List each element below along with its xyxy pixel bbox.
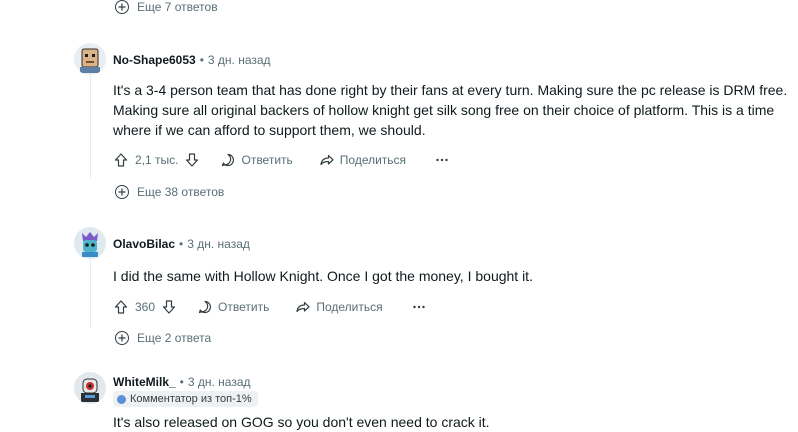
more-options-button[interactable] [434, 152, 450, 168]
upvote-icon [114, 153, 128, 167]
more-icon [412, 305, 425, 309]
timestamp[interactable]: 3 дн. назад [188, 375, 251, 389]
upvote-icon [114, 300, 128, 314]
upvote-button[interactable] [113, 152, 129, 168]
more-replies-link[interactable]: Еще 38 ответов [115, 182, 224, 202]
reply-button[interactable]: Ответить [220, 152, 293, 168]
plus-icon [115, 185, 129, 199]
top-commenter-badge[interactable]: Комментатор из топ-1% [113, 391, 258, 407]
avatar[interactable] [74, 227, 106, 259]
comment-meta: WhiteMilk_ • 3 дн. назад [113, 373, 251, 391]
downvote-button[interactable] [161, 299, 177, 315]
downvote-icon [162, 300, 176, 314]
downvote-icon [186, 153, 199, 167]
comment-icon [198, 300, 211, 314]
more-replies-link[interactable]: Еще 2 ответа [115, 328, 211, 348]
plus-icon [115, 0, 129, 14]
vote-count: 360 [135, 300, 156, 314]
separator: • [199, 53, 204, 67]
more-options-button[interactable] [411, 299, 427, 315]
vote-count: 2,1 тыс. [135, 153, 179, 167]
timestamp[interactable]: 3 дн. назад [208, 53, 271, 67]
badge-icon [117, 394, 126, 404]
avatar[interactable] [74, 43, 106, 75]
timestamp[interactable]: 3 дн. назад [187, 237, 250, 251]
comment-meta: No-Shape6053 • 3 дн. назад [113, 51, 271, 69]
separator: • [179, 375, 184, 389]
share-icon [296, 301, 310, 313]
upvote-button[interactable] [113, 299, 129, 315]
comment-body: It's a 3-4 person team that has done rig… [113, 82, 788, 138]
comment-actions: 360 Ответить Поделиться [113, 296, 427, 318]
more-icon [436, 158, 448, 162]
username[interactable]: WhiteMilk_ [113, 375, 176, 389]
share-button[interactable]: Поделиться [295, 299, 383, 315]
share-button[interactable]: Поделиться [319, 152, 406, 168]
more-replies-link[interactable]: Еще 7 ответов [115, 0, 218, 17]
username[interactable]: No-Shape6053 [113, 53, 196, 67]
comment-actions: 2,1 тыс. Ответить Поделиться [113, 149, 450, 171]
comment-icon [222, 153, 235, 167]
separator: • [179, 237, 184, 251]
reply-button[interactable]: Ответить [197, 299, 269, 315]
downvote-button[interactable] [184, 152, 200, 168]
comment-body: It's also released on GOG so you don't e… [113, 414, 490, 430]
username[interactable]: OlavoBilac [113, 237, 175, 251]
avatar[interactable] [74, 372, 106, 404]
plus-icon [115, 331, 129, 345]
comment-meta: OlavoBilac • 3 дн. назад [113, 235, 250, 253]
thread-line [90, 72, 91, 178]
comment-body: I did the same with Hollow Knight. Once … [113, 268, 533, 284]
share-icon [320, 154, 334, 166]
thread-line [90, 258, 91, 328]
